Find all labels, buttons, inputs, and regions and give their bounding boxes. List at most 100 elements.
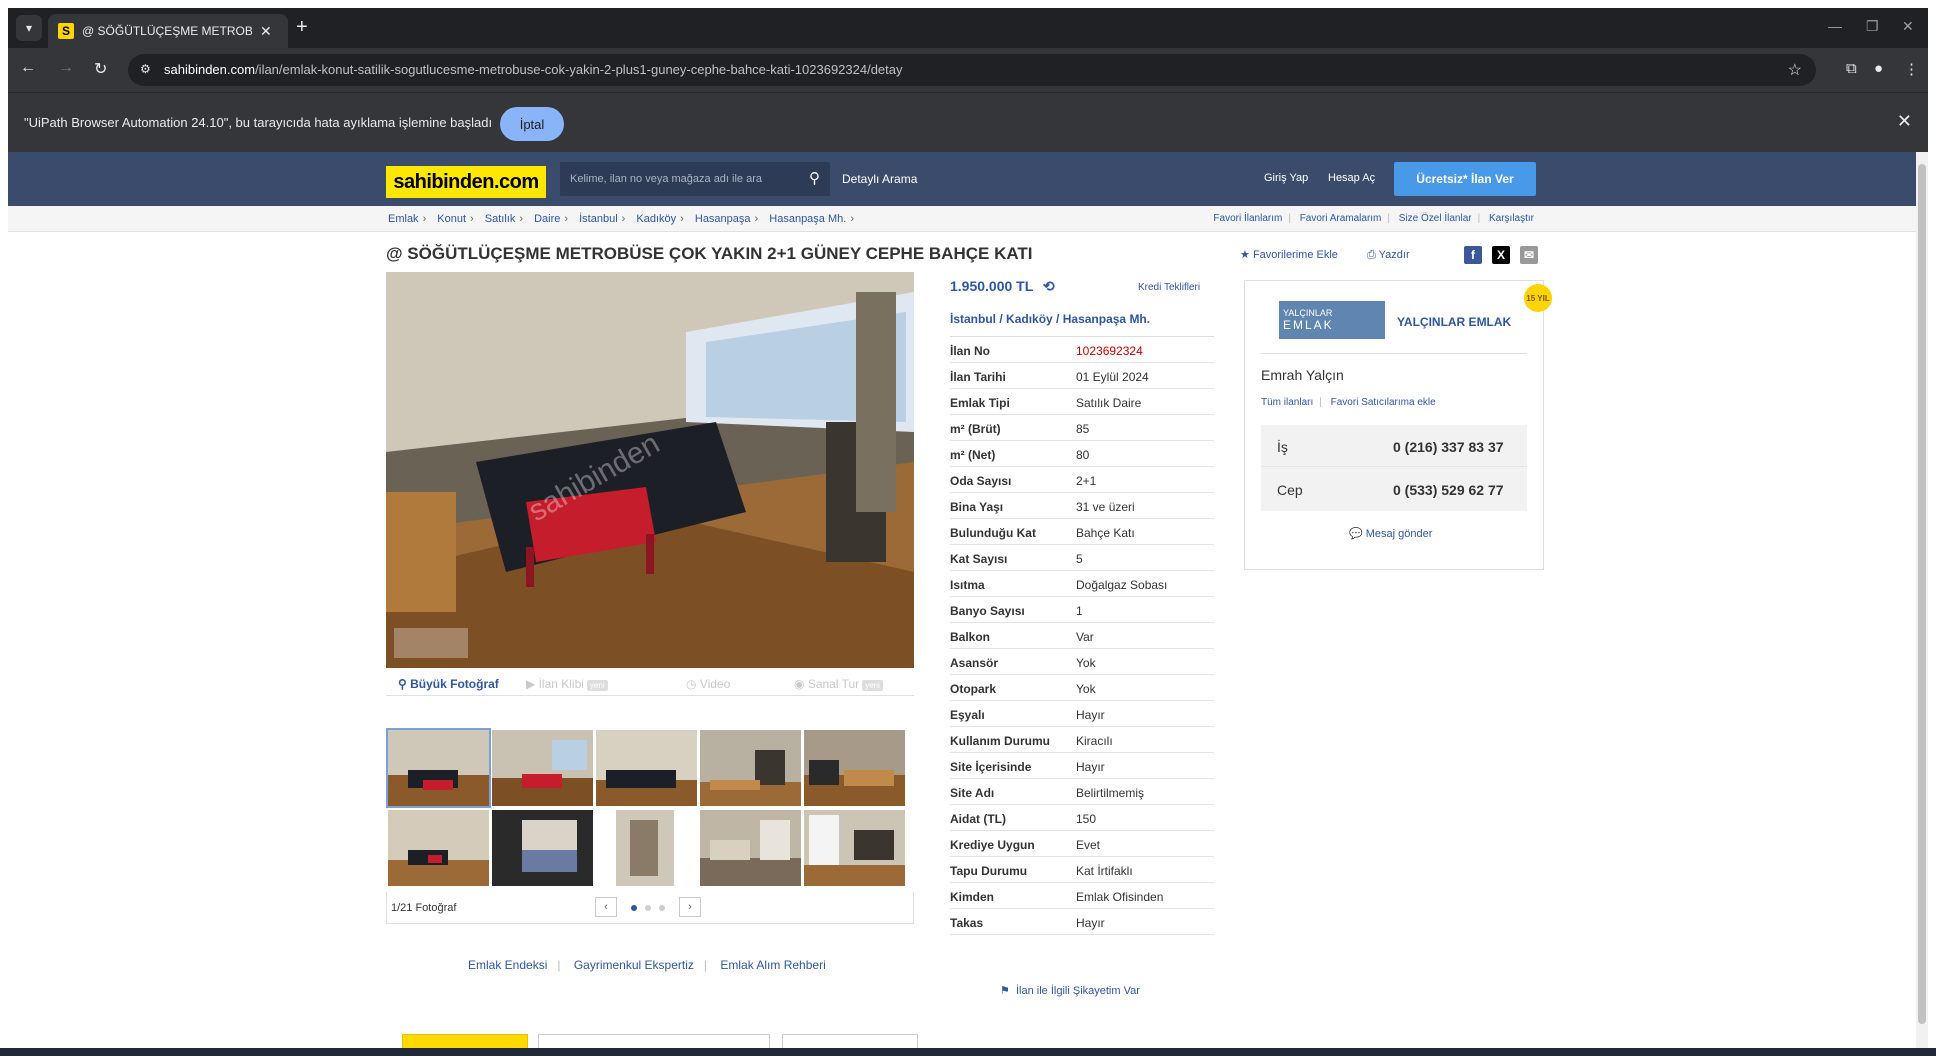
bookmark-star-icon[interactable]: ☆: [1788, 60, 1802, 80]
bottom-action-button[interactable]: [782, 1034, 918, 1048]
breadcrumb-item[interactable]: Emlak: [388, 213, 419, 225]
next-arrow-icon[interactable]: ›: [679, 897, 701, 917]
thumbnail[interactable]: [804, 810, 905, 886]
menu-icon[interactable]: ⋮: [1904, 60, 1919, 78]
profile-icon[interactable]: ●: [1874, 60, 1883, 77]
thumbnail[interactable]: [386, 728, 491, 808]
breadcrumb-item[interactable]: Kadıköy: [636, 213, 676, 225]
buying-guide-link[interactable]: Emlak Alım Rehberi: [720, 958, 825, 972]
search-icon[interactable]: ⚲: [809, 169, 820, 187]
search-box[interactable]: Kelime, ilan no veya mağaza adı ile ara …: [560, 162, 830, 196]
location-neighborhood[interactable]: Hasanpaşa Mh.: [1063, 312, 1150, 326]
phone-label: Cep: [1277, 482, 1303, 498]
prev-arrow-icon[interactable]: ‹: [595, 897, 617, 917]
spec-row: Emlak Tipi Satılık Daire: [950, 389, 1214, 415]
site-logo[interactable]: sahibinden.com: [386, 166, 546, 198]
spec-value: 80: [1076, 448, 1090, 462]
add-favorite-seller-link[interactable]: Favori Satıcılarıma ekle: [1331, 397, 1436, 408]
thumbnail[interactable]: [700, 810, 801, 886]
url-text[interactable]: sahibinden.com/ilan/emlak-konut-satilik-…: [164, 62, 903, 77]
thumbnail[interactable]: [596, 730, 697, 806]
phone-number[interactable]: 0 (533) 529 62 77: [1393, 482, 1504, 498]
store-logo-top: YALÇINLAR: [1283, 308, 1333, 318]
mail-icon[interactable]: ✉: [1520, 246, 1538, 264]
spec-label: Tapu Durumu: [950, 864, 1028, 878]
send-message-label: Mesaj gönder: [1365, 528, 1433, 540]
bottom-action-button[interactable]: [402, 1034, 528, 1048]
phone-row: Cep 0 (533) 529 62 77: [1261, 468, 1527, 510]
breadcrumb-item[interactable]: Hasanpaşa: [695, 213, 751, 225]
thumbnail[interactable]: [492, 730, 593, 806]
spec-row: Bina Yaşı 31 ve üzeri: [950, 493, 1214, 519]
bottom-action-button[interactable]: [538, 1034, 770, 1048]
location-district[interactable]: Kadıköy: [1006, 312, 1053, 326]
tab-search-icon[interactable]: ▾: [16, 15, 42, 41]
thumbnail[interactable]: [492, 810, 593, 886]
spec-value: Hayır: [1076, 760, 1105, 774]
big-photo-tab[interactable]: ⚲ Büyük Fotoğraf: [398, 677, 499, 691]
tab-close-icon[interactable]: ✕: [260, 23, 272, 40]
real-estate-index-link[interactable]: Emlak Endeksi: [468, 958, 547, 972]
pager-dot[interactable]: [631, 905, 637, 911]
scrollbar-thumb[interactable]: [1918, 164, 1926, 1024]
loan-offers-link[interactable]: Kredi Teklifleri: [1138, 282, 1200, 293]
complaint-link[interactable]: ⚑ İlan ile İlgili Şikayetim Var: [1000, 984, 1140, 997]
spec-row: İlan Tarihi 01 Eylül 2024: [950, 363, 1214, 389]
address-bar[interactable]: ⚙ sahibinden.com/ilan/emlak-konut-satili…: [128, 54, 1816, 86]
spec-label: Kat Sayısı: [950, 552, 1008, 566]
breadcrumb-item[interactable]: Satılık: [485, 213, 516, 225]
active-tab[interactable]: S @ SÖĞÜTLÜÇEŞME METROBÜS ✕: [48, 14, 288, 48]
location-city[interactable]: İstanbul: [950, 312, 996, 326]
minimize-icon[interactable]: —: [1828, 18, 1842, 34]
phone-number[interactable]: 0 (216) 337 83 37: [1393, 439, 1504, 455]
print-link[interactable]: Yazdır: [1379, 249, 1410, 261]
post-ad-button[interactable]: Ücretsiz* İlan Ver: [1394, 162, 1536, 196]
appraisal-link[interactable]: Gayrimenkul Ekspertiz: [574, 958, 694, 972]
infobar-close-icon[interactable]: ✕: [1897, 111, 1912, 132]
spec-label: Bulunduğu Kat: [950, 526, 1036, 540]
extensions-icon[interactable]: ⧉: [1846, 60, 1857, 77]
special-listings-link[interactable]: Size Özel İlanlar: [1399, 213, 1472, 224]
thumbnail[interactable]: [596, 810, 697, 886]
price-history-icon[interactable]: ⟲: [1043, 278, 1055, 294]
spec-label: İlan No: [950, 344, 991, 358]
x-twitter-icon[interactable]: X: [1492, 246, 1510, 264]
thumbnail[interactable]: [388, 810, 489, 886]
pager-dot[interactable]: [645, 905, 651, 911]
back-icon[interactable]: ←: [20, 59, 36, 77]
store-logo[interactable]: YALÇINLAR EMLAK: [1279, 301, 1385, 339]
site-info-icon[interactable]: ⚙: [140, 62, 151, 76]
restore-icon[interactable]: ❐: [1866, 18, 1879, 35]
facebook-icon[interactable]: f: [1464, 246, 1482, 264]
all-listings-link[interactable]: Tüm ilanları: [1261, 397, 1313, 408]
store-name[interactable]: YALÇINLAR EMLAK: [1397, 315, 1511, 329]
site-favicon-icon: S: [58, 23, 74, 39]
detailed-search-link[interactable]: Detaylı Arama: [842, 172, 917, 186]
address-bar-row: ← → ↻ ⚙ sahibinden.com/ilan/emlak-konut-…: [8, 48, 1928, 92]
page-scrollbar[interactable]: [1916, 152, 1928, 1048]
breadcrumb-item[interactable]: Hasanpaşa Mh.: [769, 213, 846, 225]
breadcrumb-item[interactable]: Konut: [437, 213, 466, 225]
breadcrumb-item[interactable]: İstanbul: [579, 213, 618, 225]
send-message-button[interactable]: 💬 Mesaj gönder: [1349, 527, 1432, 540]
register-link[interactable]: Hesap Aç: [1328, 172, 1375, 184]
video-clip-label: İlan Klibi: [538, 677, 584, 691]
compare-link[interactable]: Karşılaştır: [1489, 213, 1534, 224]
login-link[interactable]: Giriş Yap: [1264, 172, 1308, 184]
thumbnail[interactable]: [700, 730, 801, 806]
main-photo[interactable]: sahibinden: [386, 272, 914, 668]
favorite-searches-link[interactable]: Favori Aramalarım: [1300, 213, 1382, 224]
forward-icon[interactable]: →: [58, 59, 74, 77]
print-icon[interactable]: ⎙: [1367, 249, 1376, 261]
breadcrumb-item[interactable]: Daire: [534, 213, 560, 225]
spec-label: İlan Tarihi: [950, 370, 1006, 384]
reload-icon[interactable]: ↻: [94, 59, 107, 79]
thumbnail[interactable]: [804, 730, 905, 806]
favorite-listings-link[interactable]: Favori İlanlarım: [1213, 213, 1282, 224]
window-close-icon[interactable]: ✕: [1902, 18, 1914, 35]
add-favorite-link[interactable]: Favorilerime Ekle: [1253, 249, 1338, 261]
new-tab-icon[interactable]: +: [296, 16, 308, 39]
favorite-star-icon[interactable]: ★: [1240, 249, 1250, 261]
infobar-cancel-button[interactable]: İptal: [500, 107, 564, 141]
pager-dot[interactable]: [659, 905, 665, 911]
